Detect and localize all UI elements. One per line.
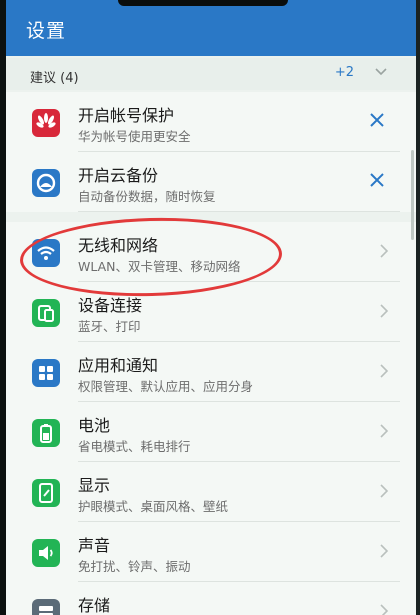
list-item-sound[interactable]: 声音 免打扰、铃声、振动 (6, 522, 420, 582)
suggestions-row[interactable]: 建议 (4) +2 (6, 58, 420, 90)
list-item-account-protection[interactable]: 开启帐号保护 华为帐号使用更安全 (6, 92, 420, 152)
chevron-right-icon (380, 544, 389, 558)
chevron-right-icon (380, 244, 389, 258)
list-item-device-connection[interactable]: 设备连接 蓝牙、打印 (6, 282, 420, 342)
suggestions-label: 建议 (4) (30, 71, 79, 86)
settings-screen: 设置 建议 (4) +2 开启帐号保护 华为帐号使用更安全 开启云备份 自动备份… (6, 0, 420, 615)
cloud-backup-icon (32, 169, 60, 197)
item-subtitle: 权限管理、默认应用、应用分身 (78, 379, 254, 394)
item-title: 存储 (78, 596, 111, 615)
chevron-right-icon (380, 604, 389, 615)
item-subtitle: 护眼模式、桌面风格、壁纸 (78, 499, 229, 514)
settings-header: 设置 (6, 0, 420, 56)
close-icon[interactable] (368, 111, 386, 129)
item-title: 应用和通知 (78, 356, 159, 375)
list-item-apps-notifications[interactable]: 应用和通知 权限管理、默认应用、应用分身 (6, 342, 420, 402)
phone-edge (416, 0, 420, 615)
item-title: 电池 (78, 416, 111, 435)
item-title: 显示 (78, 476, 111, 495)
chevron-right-icon (380, 364, 389, 378)
list-item-cloud-backup[interactable]: 开启云备份 自动备份数据，随时恢复 (6, 152, 420, 212)
camera-notch (118, 0, 288, 6)
list-item-storage[interactable]: 存储 (6, 582, 420, 615)
item-subtitle: 蓝牙、打印 (78, 319, 141, 334)
divider (78, 211, 400, 212)
chevron-right-icon (380, 484, 389, 498)
item-title: 声音 (78, 536, 111, 555)
item-subtitle: 自动备份数据，随时恢复 (78, 189, 216, 204)
storage-icon (32, 599, 60, 615)
page-title: 设置 (26, 20, 67, 42)
sound-icon (32, 539, 60, 567)
list-item-display[interactable]: 显示 护眼模式、桌面风格、壁纸 (6, 462, 420, 522)
scrollbar[interactable] (411, 150, 414, 240)
suggestions-count: +2 (334, 65, 354, 80)
close-icon[interactable] (368, 171, 386, 189)
item-subtitle: 免打扰、铃声、振动 (78, 559, 191, 574)
chevron-right-icon (380, 304, 389, 318)
chevron-right-icon (380, 424, 389, 438)
item-subtitle: 华为帐号使用更安全 (78, 129, 191, 144)
display-icon (32, 479, 60, 507)
apps-icon (32, 359, 60, 387)
device-connection-icon (32, 299, 60, 327)
battery-icon (32, 419, 60, 447)
huawei-logo-icon (32, 109, 60, 137)
item-title: 开启帐号保护 (78, 106, 175, 125)
item-subtitle: 省电模式、耗电排行 (78, 439, 191, 454)
item-title: 开启云备份 (78, 166, 159, 185)
chevron-down-icon[interactable] (372, 62, 390, 80)
list-item-battery[interactable]: 电池 省电模式、耗电排行 (6, 402, 420, 462)
